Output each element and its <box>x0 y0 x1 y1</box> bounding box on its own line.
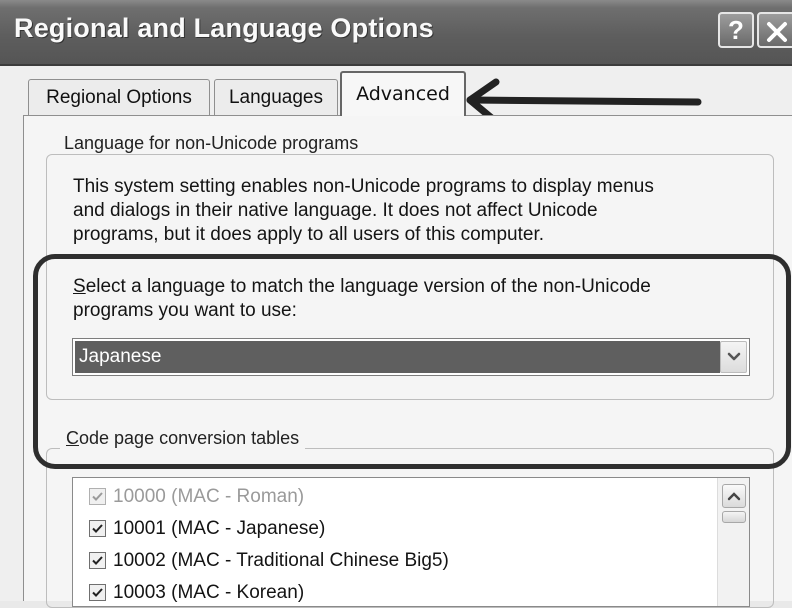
list-item-label: 10000 (MAC - Roman) <box>113 486 305 507</box>
list-item[interactable]: 10002 (MAC - Traditional Chinese Big5) <box>89 546 449 576</box>
checkbox[interactable] <box>89 552 106 569</box>
language-select-value[interactable]: Japanese <box>75 341 720 373</box>
checkbox <box>89 488 106 505</box>
tab-regional-options[interactable]: Regional Options <box>28 79 210 115</box>
scroll-up-icon <box>727 492 741 501</box>
checkbox[interactable] <box>89 520 106 537</box>
list-item: 10000 (MAC - Roman) <box>89 482 305 512</box>
chevron-down-icon <box>727 352 741 361</box>
list-item[interactable]: 10001 (MAC - Japanese) <box>89 514 326 544</box>
description-line: This system setting enables non-Unicode … <box>73 176 654 197</box>
checkmark-icon <box>92 588 103 597</box>
code-page-group-label: Code page conversion tables <box>60 428 306 449</box>
language-select-prompt: Select a language to match the language … <box>73 275 763 323</box>
scroll-up-button[interactable] <box>722 484 746 508</box>
vertical-scrollbar[interactable] <box>717 478 749 606</box>
non-unicode-description: This system setting enables non-Unicode … <box>73 175 763 247</box>
prompt-line: programs you want to use: <box>73 300 297 321</box>
description-line: programs, but it does apply to all users… <box>73 224 545 245</box>
non-unicode-group-label: Language for non-Unicode programs <box>58 133 365 154</box>
close-icon[interactable] <box>757 12 792 48</box>
language-select[interactable]: Japanese <box>72 338 750 376</box>
checkmark-icon <box>92 524 103 533</box>
code-page-list[interactable]: 10000 (MAC - Roman) 10001 (MAC - Japanes… <box>72 477 750 607</box>
code-page-label-text: ode page conversion tables <box>79 428 300 448</box>
prompt-access-key: S <box>73 276 86 297</box>
checkmark-icon <box>92 556 103 565</box>
tab-advanced[interactable]: Advanced <box>340 71 466 116</box>
title-bar: Regional and Language Options ? <box>0 0 792 66</box>
tab-languages[interactable]: Languages <box>214 79 338 115</box>
checkbox[interactable] <box>89 584 106 601</box>
help-icon[interactable]: ? <box>718 12 754 48</box>
list-item-label: 10001 (MAC - Japanese) <box>113 518 326 539</box>
list-item[interactable]: 10003 (MAC - Korean) <box>89 578 305 606</box>
list-item-label: 10002 (MAC - Traditional Chinese Big5) <box>113 550 449 571</box>
list-item-label: 10003 (MAC - Korean) <box>113 582 305 603</box>
scroll-thumb[interactable] <box>722 511 746 523</box>
dropdown-button[interactable] <box>720 341 747 373</box>
prompt-text: elect a language to match the language v… <box>85 276 651 297</box>
window-title: Regional and Language Options <box>14 13 434 43</box>
prompt-line: Select a language to match the language … <box>73 275 763 299</box>
description-line: and dialogs in their native language. It… <box>73 200 598 221</box>
checkmark-icon <box>92 492 103 501</box>
close-x-glyph <box>767 22 787 42</box>
code-page-access-key: C <box>66 428 79 448</box>
